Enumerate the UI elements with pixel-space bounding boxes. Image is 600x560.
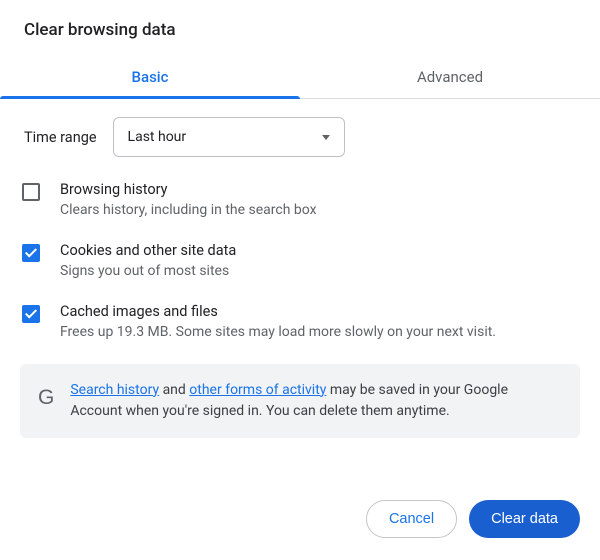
dialog-footer: Cancel Clear data xyxy=(366,500,580,538)
google-g-icon: G xyxy=(38,382,54,414)
checkbox-cached[interactable] xyxy=(22,305,40,323)
checkbox-cookies[interactable] xyxy=(22,244,40,262)
option-desc: Signs you out of most sites xyxy=(60,262,580,281)
time-range-value: Last hour xyxy=(128,129,187,145)
option-cookies: Cookies and other site data Signs you ou… xyxy=(22,242,580,281)
option-title: Cookies and other site data xyxy=(60,242,580,259)
option-desc: Clears history, including in the search … xyxy=(60,201,580,220)
info-text: Search history and other forms of activi… xyxy=(70,380,562,422)
options-list: Browsing history Clears history, includi… xyxy=(20,181,580,342)
dialog-title: Clear browsing data xyxy=(20,20,580,40)
time-range-label: Time range xyxy=(24,129,97,146)
chevron-down-icon xyxy=(322,135,330,140)
cancel-button[interactable]: Cancel xyxy=(366,500,457,538)
tab-basic[interactable]: Basic xyxy=(0,58,300,98)
option-title: Browsing history xyxy=(60,181,580,198)
other-activity-link[interactable]: other forms of activity xyxy=(189,382,326,398)
clear-browsing-data-dialog: Clear browsing data Basic Advanced Time … xyxy=(0,0,600,456)
option-title: Cached images and files xyxy=(60,303,580,320)
tabs: Basic Advanced xyxy=(0,58,600,99)
checkbox-browsing-history[interactable] xyxy=(22,183,40,201)
time-range-row: Time range Last hour xyxy=(20,117,580,157)
search-history-link[interactable]: Search history xyxy=(70,382,159,398)
google-account-info: G Search history and other forms of acti… xyxy=(20,364,580,438)
option-desc: Frees up 19.3 MB. Some sites may load mo… xyxy=(60,323,580,342)
time-range-select[interactable]: Last hour xyxy=(113,117,345,157)
option-browsing-history: Browsing history Clears history, includi… xyxy=(22,181,580,220)
tab-advanced[interactable]: Advanced xyxy=(300,58,600,98)
clear-data-button[interactable]: Clear data xyxy=(469,500,580,538)
option-cached: Cached images and files Frees up 19.3 MB… xyxy=(22,303,580,342)
